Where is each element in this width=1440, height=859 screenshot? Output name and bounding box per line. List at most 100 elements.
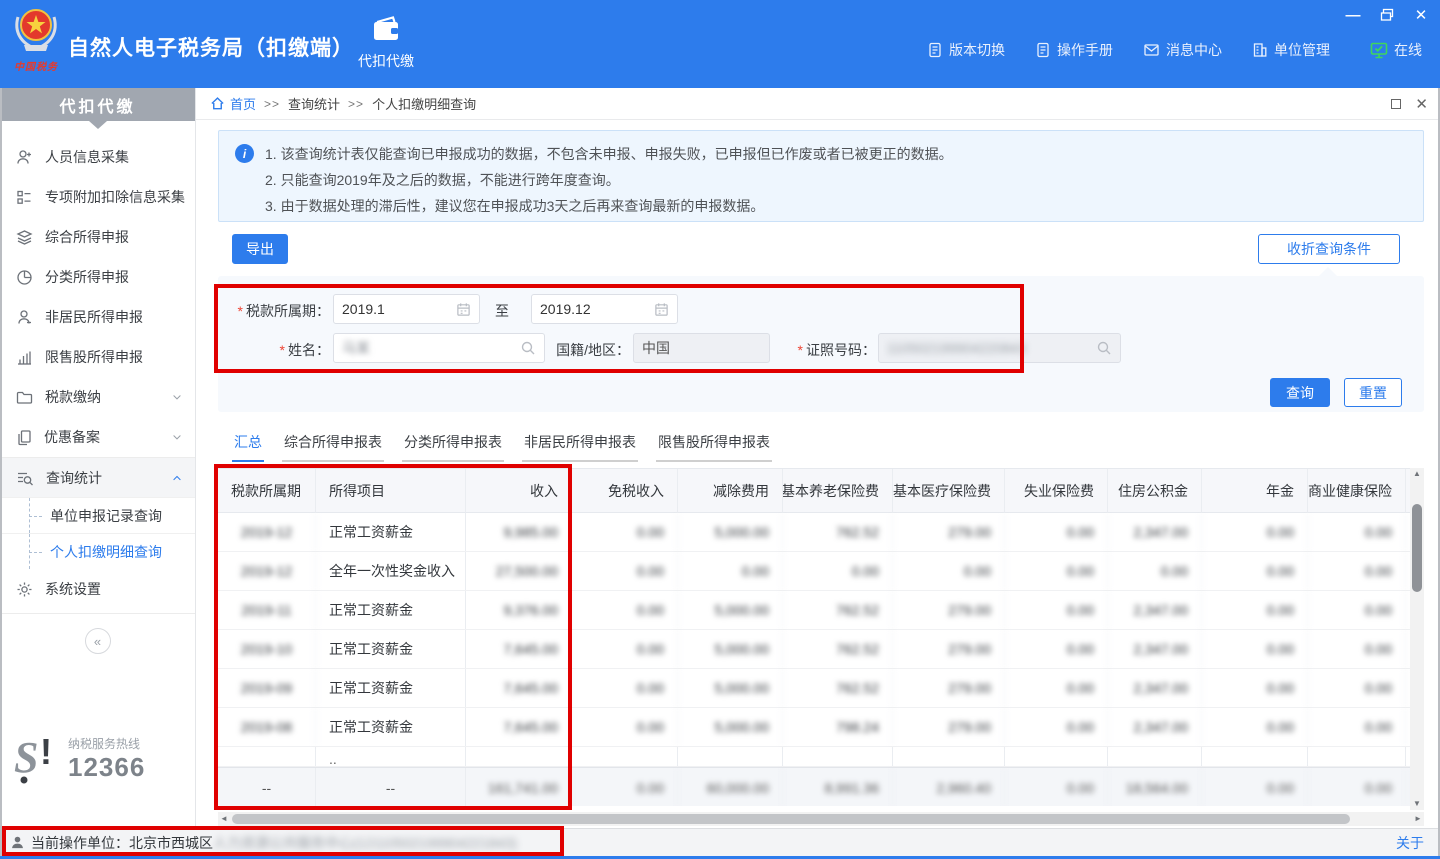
info-icon: i xyxy=(235,144,254,163)
tab-2[interactable]: 分类所得申报表 xyxy=(402,428,504,462)
tab-3[interactable]: 非居民所得申报表 xyxy=(522,428,638,462)
sidebar-item-3[interactable]: 分类所得申报 xyxy=(0,257,195,297)
period-from-input[interactable]: 2019.1 xyxy=(333,294,480,324)
sidebar-item-2[interactable]: 综合所得申报 xyxy=(0,217,195,257)
sidebar-menu: 人员信息采集专项附加扣除信息采集综合所得申报分类所得申报非居民所得申报限售股所得… xyxy=(0,121,195,609)
doc-icon xyxy=(927,42,943,58)
sidebar-item-8[interactable]: 查询统计 xyxy=(0,457,195,497)
table-cell: 2019-08 xyxy=(218,708,316,746)
period-label: *税款所属期： xyxy=(218,301,330,321)
table-cell: 2,347.00 xyxy=(1108,630,1202,668)
table-cell: 正常工资薪金 xyxy=(316,513,466,551)
sidebar-item-label: 限售股所得申报 xyxy=(45,347,143,367)
table-cell: 2,347.00 xyxy=(1108,513,1202,551)
table-cell: 正常工资薪金 xyxy=(316,630,466,668)
table-cell: 0.00 xyxy=(1308,708,1406,746)
pane-maximize-icon[interactable] xyxy=(1391,99,1401,109)
name-input[interactable]: 马某 xyxy=(333,333,545,363)
sidebar-item-0[interactable]: 人员信息采集 xyxy=(0,137,195,177)
period-to-input[interactable]: 2019.12 xyxy=(531,294,678,324)
sidebar-item-label: 查询统计 xyxy=(46,468,102,488)
table-cell: 0.00 xyxy=(1005,552,1108,590)
table-cell: 7,645.00 xyxy=(466,708,572,746)
sidebar-subitem-1[interactable]: 个人扣缴明细查询 xyxy=(0,533,195,569)
table-cell: 7,645.00 xyxy=(466,630,572,668)
table-cell: 279.00 xyxy=(893,513,1005,551)
sidebar-item-5[interactable]: 限售股所得申报 xyxy=(0,337,195,377)
home-icon xyxy=(210,96,225,111)
scroll-right-icon[interactable]: ► xyxy=(1412,812,1424,826)
vertical-scrollbar[interactable]: ▲ ▼ xyxy=(1410,468,1424,810)
header-menu-item-0[interactable]: 版本切换 xyxy=(927,40,1005,60)
gear-icon xyxy=(16,581,33,598)
form-notch xyxy=(1318,267,1338,277)
column-header-8: 住房公积金 xyxy=(1108,469,1202,513)
header-menu-item-1[interactable]: 操作手册 xyxy=(1035,40,1113,60)
table-cell: 0.00 xyxy=(1005,768,1108,806)
breadcrumb-home[interactable]: 首页 xyxy=(230,94,256,113)
scroll-left-icon[interactable]: ◄ xyxy=(218,812,230,826)
table-cell: 2019-09 xyxy=(218,669,316,707)
result-tabs: 汇总综合所得申报表分类所得申报表非居民所得申报表限售股所得申报表 xyxy=(232,428,772,462)
tab-1[interactable]: 综合所得申报表 xyxy=(282,428,384,462)
id-number-input[interactable]: 110502199904220843 xyxy=(878,333,1121,363)
breadcrumb-item-current: 个人扣缴明细查询 xyxy=(372,94,476,113)
pane-close-icon[interactable]: ✕ xyxy=(1415,95,1428,113)
scroll-up-icon[interactable]: ▲ xyxy=(1410,468,1424,480)
column-header-7: 失业保险费 xyxy=(1005,469,1108,513)
table-cell: 正常工资薪金 xyxy=(316,708,466,746)
calendar-icon[interactable] xyxy=(654,302,669,317)
export-button[interactable]: 导出 xyxy=(232,234,288,264)
building-icon xyxy=(1252,42,1268,58)
close-button[interactable]: ✕ xyxy=(1412,6,1430,24)
search-icon[interactable] xyxy=(1096,340,1112,356)
header-menu-item-2[interactable]: 消息中心 xyxy=(1143,40,1222,60)
about-link[interactable]: 关于 xyxy=(1396,833,1424,853)
table-cell: 279.00 xyxy=(893,669,1005,707)
minimize-button[interactable]: — xyxy=(1344,6,1362,24)
table-cell: 0.00 xyxy=(1202,669,1308,707)
table-cell: 18,564.00 xyxy=(1108,768,1202,806)
sidebar-item-7[interactable]: 优惠备案 xyxy=(0,417,195,457)
sidebar-item-1[interactable]: 专项附加扣除信息采集 xyxy=(0,177,195,217)
collapse-query-button[interactable]: 收折查询条件 xyxy=(1258,234,1400,264)
breadcrumb-item-query-stats: 查询统计 xyxy=(288,94,340,113)
pie-icon xyxy=(16,269,33,286)
sidebar-item-9[interactable]: 系统设置 xyxy=(0,569,195,609)
table-cell: 279.00 xyxy=(893,708,1005,746)
tab-4[interactable]: 限售股所得申报表 xyxy=(656,428,772,462)
table-cell: 正常工资薪金 xyxy=(316,669,466,707)
reset-button[interactable]: 重置 xyxy=(1344,378,1402,407)
sidebar-collapse-button[interactable]: « xyxy=(85,628,111,654)
calendar-icon[interactable] xyxy=(456,302,471,317)
header-menu-item-3[interactable]: 单位管理 xyxy=(1252,40,1330,60)
table-cell: 279.00 xyxy=(893,630,1005,668)
table-cell: 27,500.00 xyxy=(466,552,572,590)
vertical-scroll-thumb[interactable] xyxy=(1412,504,1422,592)
column-header-5: 基本养老保险费 xyxy=(783,469,893,513)
table-cell: 正常工资薪金 xyxy=(316,591,466,629)
table-row-2: 2019-11正常工资薪金9,376.000.005,000.00762.522… xyxy=(218,591,1410,630)
sidebar-item-label: 非居民所得申报 xyxy=(45,307,143,327)
sidebar-item-4[interactable]: 非居民所得申报 xyxy=(0,297,195,337)
sidebar-subitem-0[interactable]: 单位申报记录查询 xyxy=(0,497,195,533)
table-cell xyxy=(572,747,678,767)
module-nav-withholding[interactable]: 代扣代缴 xyxy=(350,16,422,71)
sidebar-item-6[interactable]: 税款缴纳 xyxy=(0,377,195,417)
list-icon xyxy=(16,189,33,206)
table-cell xyxy=(678,747,783,767)
tab-0[interactable]: 汇总 xyxy=(232,428,264,462)
horizontal-scroll-thumb[interactable] xyxy=(232,814,1350,824)
horizontal-scrollbar[interactable]: ◄ ► xyxy=(218,812,1424,826)
table-cell: 2,960.40 xyxy=(893,768,1005,806)
table-cell: 0.00 xyxy=(1202,630,1308,668)
nationality-input: 中国 xyxy=(633,333,770,363)
doc-icon xyxy=(1035,42,1051,58)
table-row-partial: .. xyxy=(218,747,1410,767)
table-cell: 762.52 xyxy=(783,513,893,551)
scroll-down-icon[interactable]: ▼ xyxy=(1410,798,1424,810)
search-icon[interactable] xyxy=(520,340,536,356)
table-cell xyxy=(1108,747,1202,767)
restore-button[interactable] xyxy=(1378,6,1396,24)
query-button[interactable]: 查询 xyxy=(1270,378,1330,407)
